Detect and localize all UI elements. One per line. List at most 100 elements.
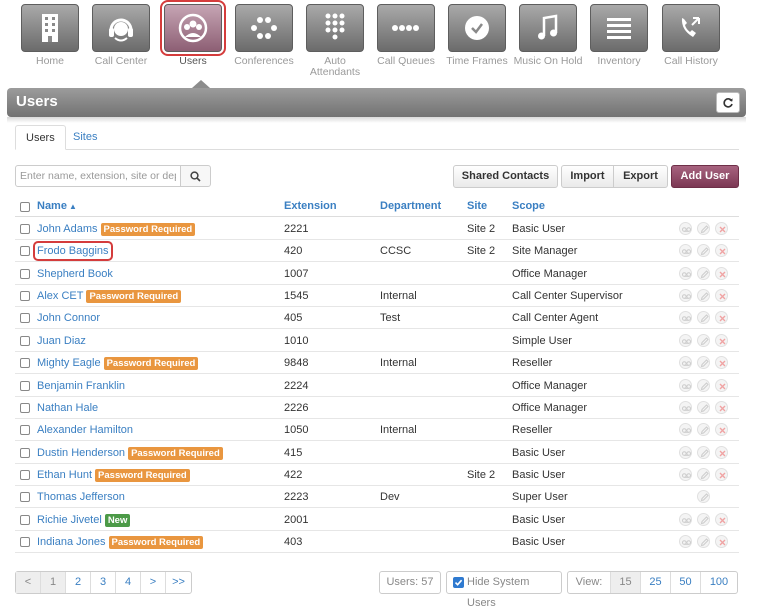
nav-tile[interactable]: [306, 4, 364, 52]
add-user-button[interactable]: Add User: [671, 165, 739, 188]
user-name-link[interactable]: Dustin Henderson: [37, 447, 125, 459]
user-name-link[interactable]: John Connor: [37, 312, 100, 324]
export-button[interactable]: Export: [613, 165, 668, 188]
row-checkbox[interactable]: [20, 447, 30, 458]
nav-call-center[interactable]: Call Center: [85, 4, 157, 67]
row-checkbox[interactable]: [20, 224, 30, 234]
nav-home[interactable]: Home: [14, 4, 86, 67]
user-name-link[interactable]: Alex CET: [37, 290, 83, 302]
hide-system-users-toggle[interactable]: Hide System Users: [446, 571, 562, 609]
row-checkbox[interactable]: [20, 425, 30, 436]
row-checkbox[interactable]: [20, 358, 30, 369]
nav-tile[interactable]: [519, 4, 577, 52]
column-header-name[interactable]: Name ▲: [37, 200, 77, 212]
pagination-page[interactable]: 2: [66, 572, 91, 593]
delete-icon[interactable]: [715, 244, 728, 258]
delete-icon[interactable]: [715, 467, 728, 481]
page-size-option[interactable]: 25: [641, 572, 671, 593]
nav-users[interactable]: Users: [157, 0, 229, 67]
edit-icon[interactable]: [697, 266, 710, 280]
edit-icon[interactable]: [697, 445, 710, 459]
pagination-page[interactable]: 1: [41, 572, 66, 593]
nav-music-on-hold[interactable]: Music On Hold: [512, 4, 584, 67]
voicemail-icon[interactable]: [679, 512, 692, 526]
nav-tile[interactable]: [21, 4, 79, 52]
edit-icon[interactable]: [697, 400, 710, 414]
delete-icon[interactable]: [715, 222, 728, 235]
nav-tile[interactable]: [662, 4, 720, 52]
delete-icon[interactable]: [715, 400, 728, 414]
nav-tile[interactable]: [377, 4, 435, 52]
user-name-link[interactable]: Benjamin Franklin: [37, 380, 125, 392]
edit-icon[interactable]: [697, 244, 710, 258]
edit-icon[interactable]: [697, 490, 710, 504]
column-header-scope[interactable]: Scope: [512, 200, 545, 212]
delete-icon[interactable]: [715, 423, 728, 437]
column-header-extension[interactable]: Extension: [284, 200, 337, 212]
row-checkbox[interactable]: [20, 536, 30, 547]
row-checkbox[interactable]: [20, 268, 30, 279]
page-size-option[interactable]: 100: [701, 572, 737, 593]
voicemail-icon[interactable]: [679, 400, 692, 414]
tab-sites[interactable]: Sites: [63, 125, 107, 150]
edit-icon[interactable]: [697, 356, 710, 370]
nav-call-history[interactable]: Call History: [655, 4, 727, 67]
row-checkbox[interactable]: [20, 246, 30, 257]
user-name-link[interactable]: Juan Diaz: [37, 335, 86, 347]
shared-contacts-button[interactable]: Shared Contacts: [453, 165, 558, 188]
nav-inventory[interactable]: Inventory: [583, 4, 655, 67]
edit-icon[interactable]: [697, 289, 710, 303]
nav-call-queues[interactable]: Call Queues: [370, 4, 442, 67]
edit-icon[interactable]: [697, 512, 710, 526]
column-header-department[interactable]: Department: [380, 200, 441, 212]
nav-time-frames[interactable]: Time Frames: [441, 4, 513, 67]
user-name-link[interactable]: Indiana Jones: [37, 536, 106, 548]
row-checkbox[interactable]: [20, 313, 30, 324]
delete-icon[interactable]: [715, 445, 728, 459]
user-name-link[interactable]: Mighty Eagle: [37, 357, 101, 369]
delete-icon[interactable]: [715, 356, 728, 370]
pagination-page[interactable]: 3: [91, 572, 116, 593]
voicemail-icon[interactable]: [679, 311, 692, 325]
page-size-option[interactable]: 15: [611, 572, 641, 593]
voicemail-icon[interactable]: [679, 289, 692, 303]
delete-icon[interactable]: [715, 311, 728, 325]
voicemail-icon[interactable]: [679, 356, 692, 370]
user-name-link[interactable]: Alexander Hamilton: [37, 424, 133, 436]
edit-icon[interactable]: [697, 378, 710, 392]
edit-icon[interactable]: [697, 467, 710, 481]
nav-conferences[interactable]: Conferences: [228, 4, 300, 67]
user-name-link[interactable]: John Adams: [37, 223, 98, 235]
row-checkbox[interactable]: [20, 335, 30, 346]
pagination-next[interactable]: >: [141, 572, 166, 593]
nav-tile[interactable]: [235, 4, 293, 52]
user-name-link[interactable]: Thomas Jefferson: [37, 491, 125, 503]
hide-system-users-checkbox[interactable]: [453, 577, 464, 588]
column-header-site[interactable]: Site: [467, 200, 487, 212]
search-button[interactable]: [180, 165, 211, 187]
delete-icon[interactable]: [715, 378, 728, 392]
row-checkbox[interactable]: [20, 514, 30, 525]
delete-icon[interactable]: [715, 266, 728, 280]
voicemail-icon[interactable]: [679, 445, 692, 459]
delete-icon[interactable]: [715, 512, 728, 526]
search-input[interactable]: [15, 165, 181, 187]
edit-icon[interactable]: [697, 423, 710, 437]
nav-tile[interactable]: [448, 4, 506, 52]
voicemail-icon[interactable]: [679, 222, 692, 235]
refresh-button[interactable]: [716, 92, 740, 113]
row-checkbox[interactable]: [20, 291, 30, 302]
voicemail-icon[interactable]: [679, 333, 692, 347]
nav-tile[interactable]: [160, 0, 226, 56]
user-name-link[interactable]: Frodo Baggins: [33, 241, 113, 262]
voicemail-icon[interactable]: [679, 266, 692, 280]
edit-icon[interactable]: [697, 534, 710, 548]
voicemail-icon[interactable]: [679, 467, 692, 481]
edit-icon[interactable]: [697, 333, 710, 347]
delete-icon[interactable]: [715, 534, 728, 548]
page-size-option[interactable]: 50: [671, 572, 701, 593]
user-name-link[interactable]: Ethan Hunt: [37, 469, 92, 481]
delete-icon[interactable]: [715, 289, 728, 303]
delete-icon[interactable]: [715, 333, 728, 347]
nav-auto-attendants[interactable]: Auto Attendants: [299, 4, 371, 78]
